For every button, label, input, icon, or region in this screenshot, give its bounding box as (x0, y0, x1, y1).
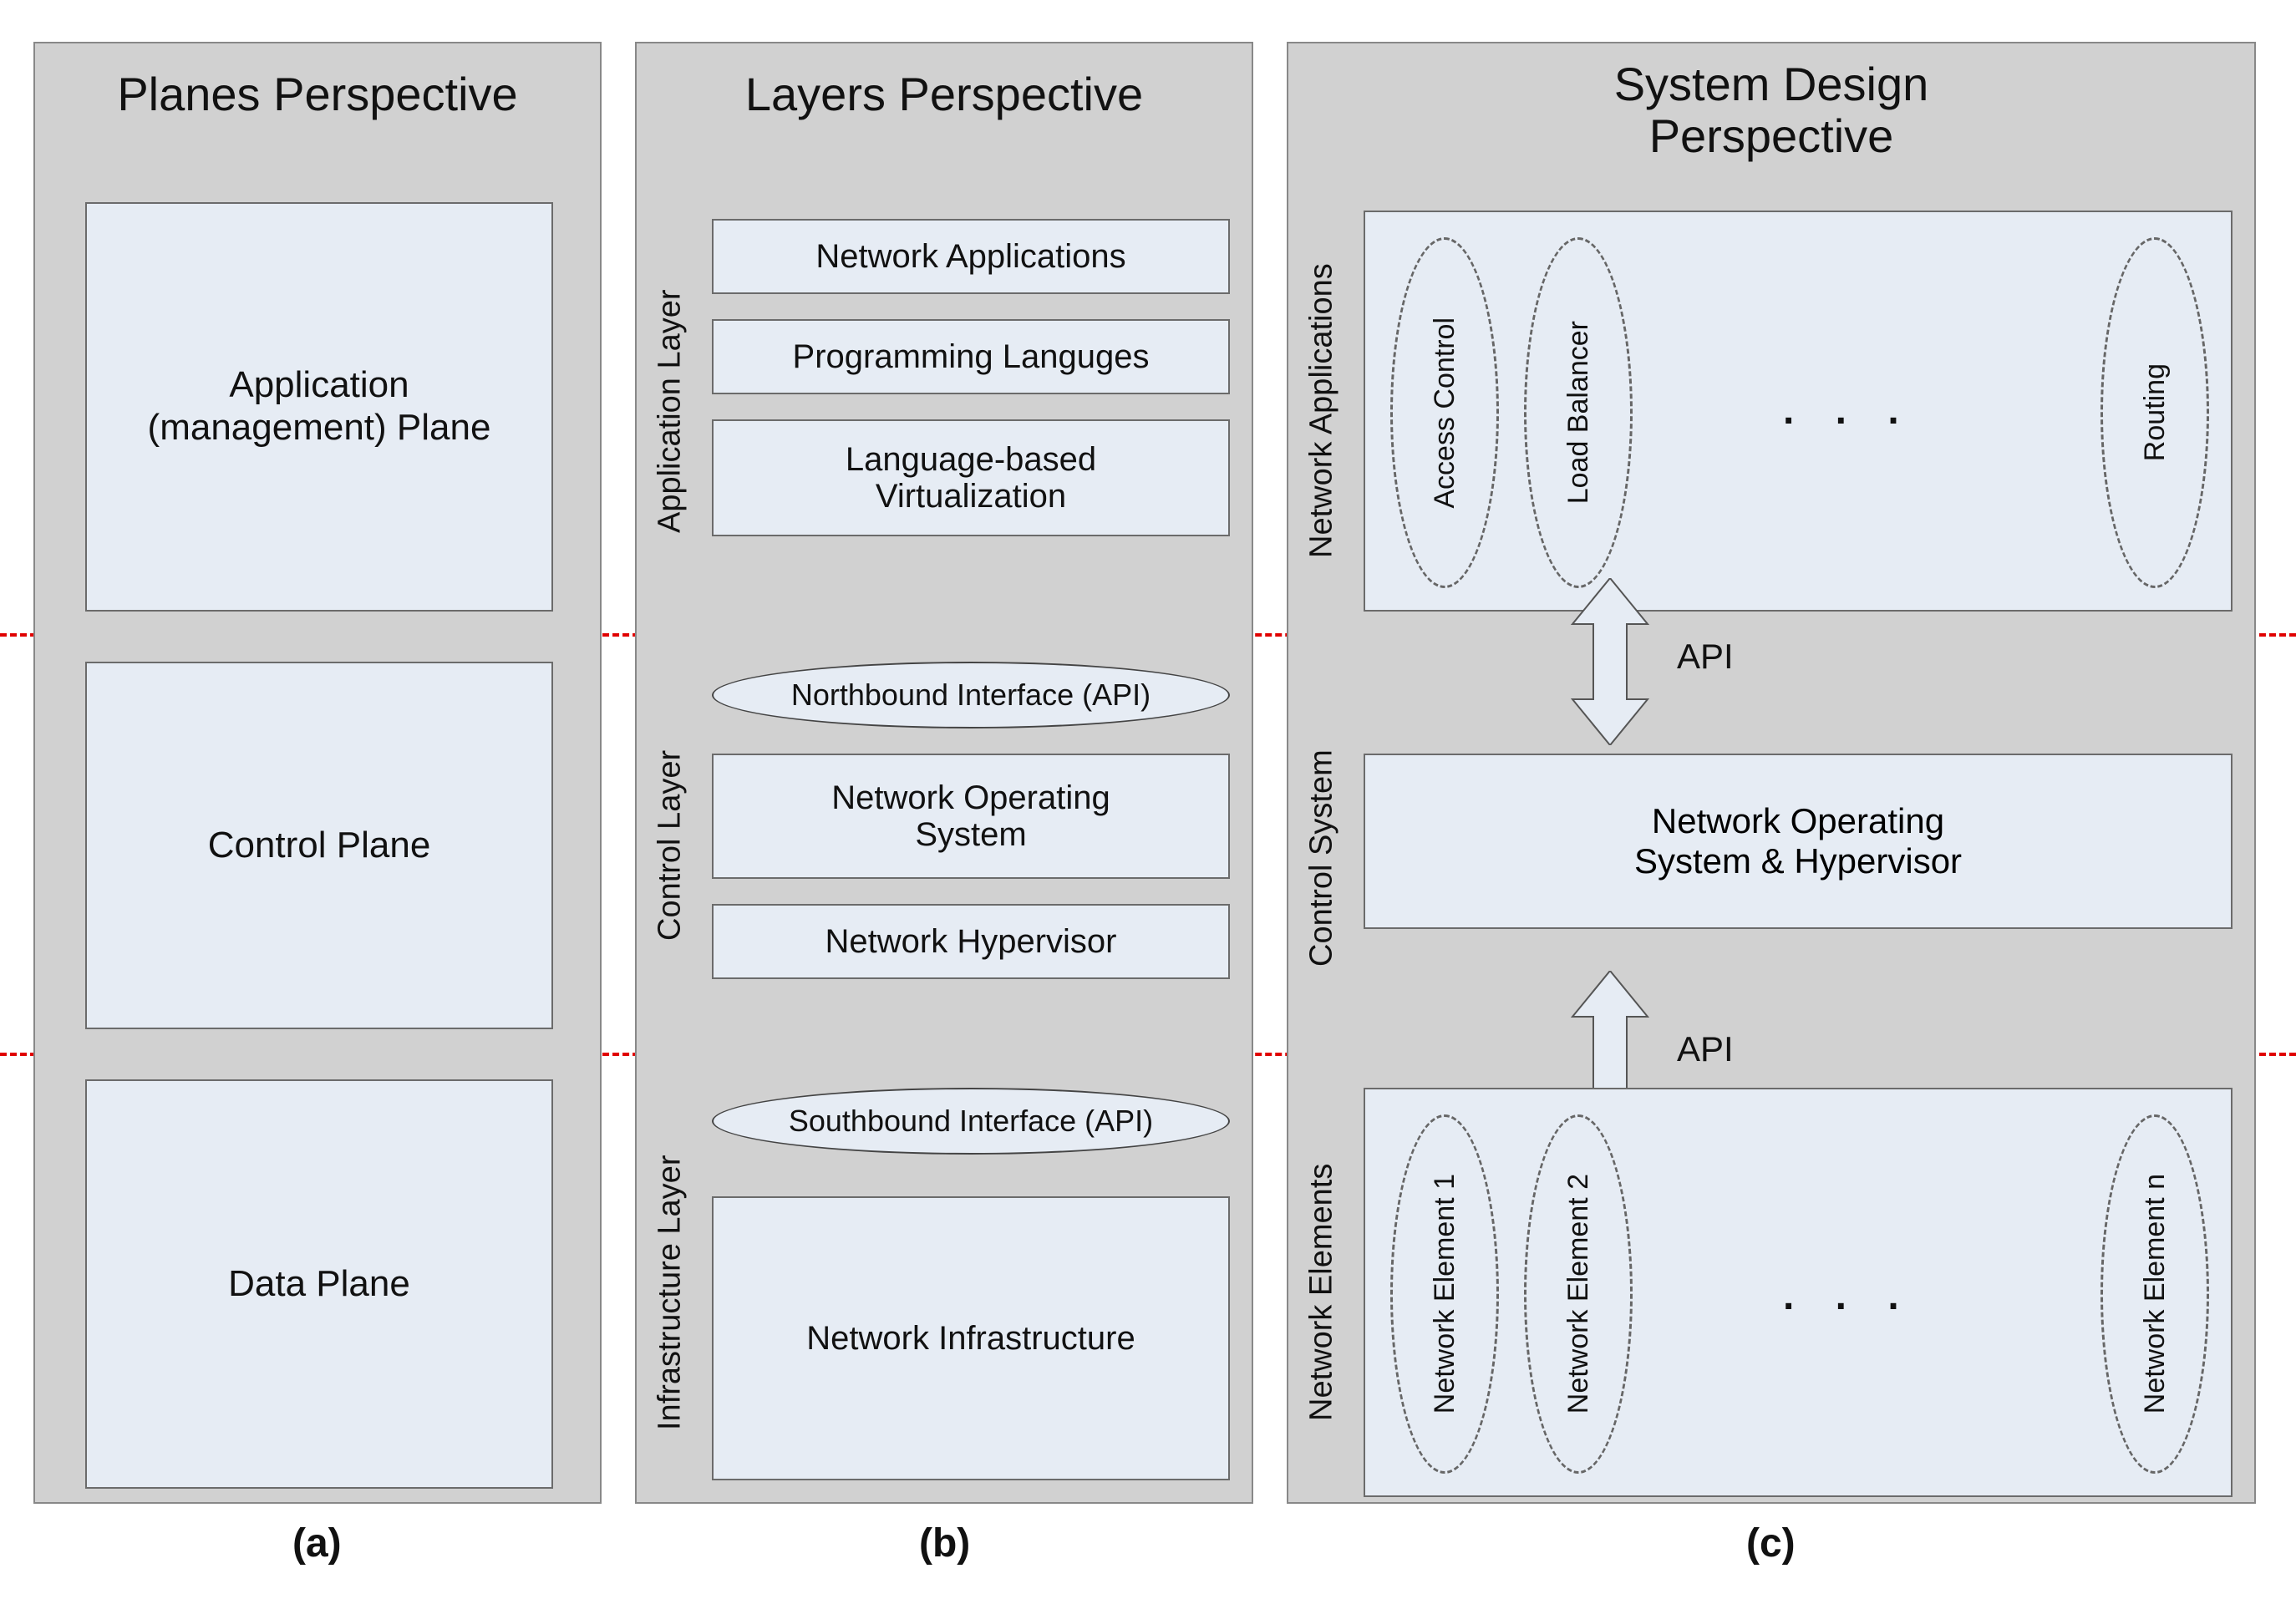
access-control-label: Access Control (1429, 317, 1461, 509)
network-infrastructure-label: Network Infrastructure (806, 1320, 1135, 1357)
data-plane-box: Data Plane (85, 1079, 553, 1489)
column-layers: Layers Perspective Application Layer Net… (635, 42, 1253, 1504)
control-plane-box: Control Plane (85, 662, 553, 1029)
application-plane-label: Application(management) Plane (148, 364, 491, 449)
network-hypervisor-label: Network Hypervisor (825, 923, 1117, 960)
network-element-n-label: Network Element n (2139, 1174, 2172, 1414)
network-element-n-ellipse: Network Element n (2100, 1114, 2209, 1474)
network-operating-system-label: Network OperatingSystem (831, 779, 1110, 853)
routing-label: Routing (2139, 363, 2172, 461)
column-a-title: Planes Perspective (35, 69, 600, 120)
southbound-api-ellipse: Southbound Interface (API) (712, 1088, 1230, 1155)
network-elements-vlabel: Network Elements (1301, 1088, 1343, 1497)
language-virtualization-box: Language-basedVirtualization (712, 419, 1230, 536)
data-plane-label: Data Plane (228, 1263, 410, 1306)
infrastructure-layer-vlabel: Infrastructure Layer (649, 1088, 691, 1497)
network-applications-label: Network Applications (815, 238, 1125, 275)
network-infrastructure-box: Network Infrastructure (712, 1196, 1230, 1480)
apps-ellipsis: . . . (1783, 388, 1914, 434)
diagram-canvas: Planes Perspective Application(managemen… (0, 0, 2296, 1599)
network-element-2-ellipse: Network Element 2 (1524, 1114, 1633, 1474)
network-hypervisor-box: Network Hypervisor (712, 904, 1230, 979)
language-virtualization-label: Language-basedVirtualization (846, 441, 1096, 515)
network-element-1-ellipse: Network Element 1 (1390, 1114, 1499, 1474)
load-balancer-ellipse: Load Balancer (1524, 237, 1633, 588)
northbound-api-ellipse: Northbound Interface (API) (712, 662, 1230, 728)
load-balancer-label: Load Balancer (1562, 321, 1595, 504)
column-planes: Planes Perspective Application(managemen… (33, 42, 602, 1504)
column-c-sublabel: (c) (1746, 1520, 1796, 1566)
column-b-title: Layers Perspective (637, 69, 1252, 120)
elements-ellipsis: . . . (1783, 1273, 1914, 1319)
network-elements-panel: Network Element 1 Network Element 2 . . … (1364, 1088, 2233, 1497)
application-plane-box: Application(management) Plane (85, 202, 553, 612)
column-a-sublabel: (a) (292, 1520, 342, 1566)
programming-languages-label: Programming Languges (793, 338, 1150, 375)
column-c-title: System DesignPerspective (1288, 58, 2254, 161)
double-arrow-top (1556, 578, 1664, 745)
network-applications-vlabel: Network Applications (1301, 211, 1343, 612)
api-label-top: API (1677, 637, 1734, 677)
network-applications-panel: Access Control Load Balancer . . . Routi… (1364, 211, 2233, 612)
network-operating-system-box: Network OperatingSystem (712, 754, 1230, 879)
control-plane-label: Control Plane (208, 825, 431, 867)
network-applications-box: Network Applications (712, 219, 1230, 294)
network-element-2-label: Network Element 2 (1562, 1174, 1595, 1414)
northbound-api-label: Northbound Interface (API) (791, 678, 1151, 713)
application-layer-vlabel: Application Layer (649, 219, 691, 603)
network-element-1-label: Network Element 1 (1429, 1174, 1461, 1414)
routing-ellipse: Routing (2100, 237, 2209, 588)
nos-hypervisor-label: Network OperatingSystem & Hypervisor (1634, 801, 1962, 882)
column-b-sublabel: (b) (919, 1520, 970, 1566)
column-system-design: System DesignPerspective Network Applica… (1287, 42, 2256, 1504)
control-layer-vlabel: Control Layer (649, 662, 691, 1029)
access-control-ellipse: Access Control (1390, 237, 1499, 588)
api-label-bottom: API (1677, 1029, 1734, 1069)
nos-hypervisor-box: Network OperatingSystem & Hypervisor (1364, 754, 2233, 929)
control-system-vlabel: Control System (1301, 687, 1343, 1029)
southbound-api-label: Southbound Interface (API) (789, 1104, 1153, 1139)
programming-languages-box: Programming Languges (712, 319, 1230, 394)
